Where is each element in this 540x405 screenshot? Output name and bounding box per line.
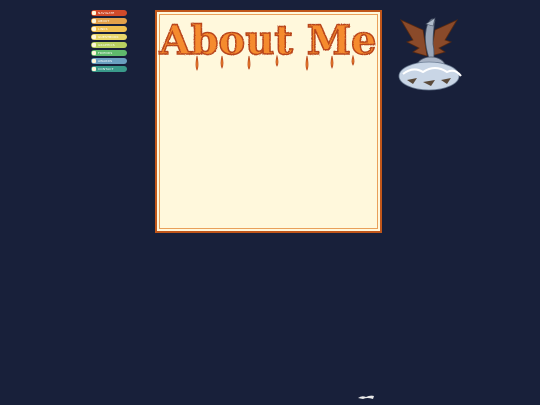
nav-item-friends[interactable]: FRIENDS	[91, 50, 127, 56]
page-title: About Me	[158, 16, 377, 71]
nav-bullet-icon	[92, 35, 96, 39]
nav-item-label: LINKS	[98, 27, 108, 31]
nav-item-label: CONTACT	[98, 67, 114, 71]
nav-item-navigate[interactable]: NAVIGATE	[91, 10, 127, 16]
nav-item-graphics[interactable]: GRAPHICS	[91, 42, 127, 48]
nav-item-label: FRIENDS	[98, 51, 113, 55]
nav-bullet-icon	[92, 19, 96, 23]
title-text: About Me	[159, 17, 377, 64]
nav-item-label: AWARDS	[98, 59, 113, 63]
nav-item-label: GRAPHICS	[98, 43, 115, 47]
nav-bullet-icon	[92, 27, 96, 31]
small-logo-icon	[358, 395, 374, 399]
nav-bullet-icon	[92, 59, 96, 63]
sidebar-nav: NAVIGATE ABOUT LINKS GUESTBOOK GRAPHICS FRIEN…	[91, 10, 127, 74]
nav-item-about[interactable]: ABOUT	[91, 18, 127, 24]
nav-item-label: ABOUT	[98, 19, 110, 23]
nav-item-contact[interactable]: CONTACT	[91, 66, 127, 72]
nav-bullet-icon	[92, 51, 96, 55]
nav-bullet-icon	[92, 11, 96, 15]
page: NAVIGATE ABOUT LINKS GUESTBOOK GRAPHICS FRIEN…	[0, 0, 540, 405]
about-panel: About Me	[155, 10, 382, 233]
nav-item-links[interactable]: LINKS	[91, 26, 127, 32]
nav-bullet-icon	[92, 67, 96, 71]
dragon-emblem-icon	[398, 17, 462, 91]
nav-item-guestbook[interactable]: GUESTBOOK	[91, 34, 127, 40]
nav-item-label: GUESTBOOK	[98, 35, 119, 39]
nav-item-label: NAVIGATE	[98, 11, 115, 15]
nav-item-awards[interactable]: AWARDS	[91, 58, 127, 64]
nav-bullet-icon	[92, 43, 96, 47]
